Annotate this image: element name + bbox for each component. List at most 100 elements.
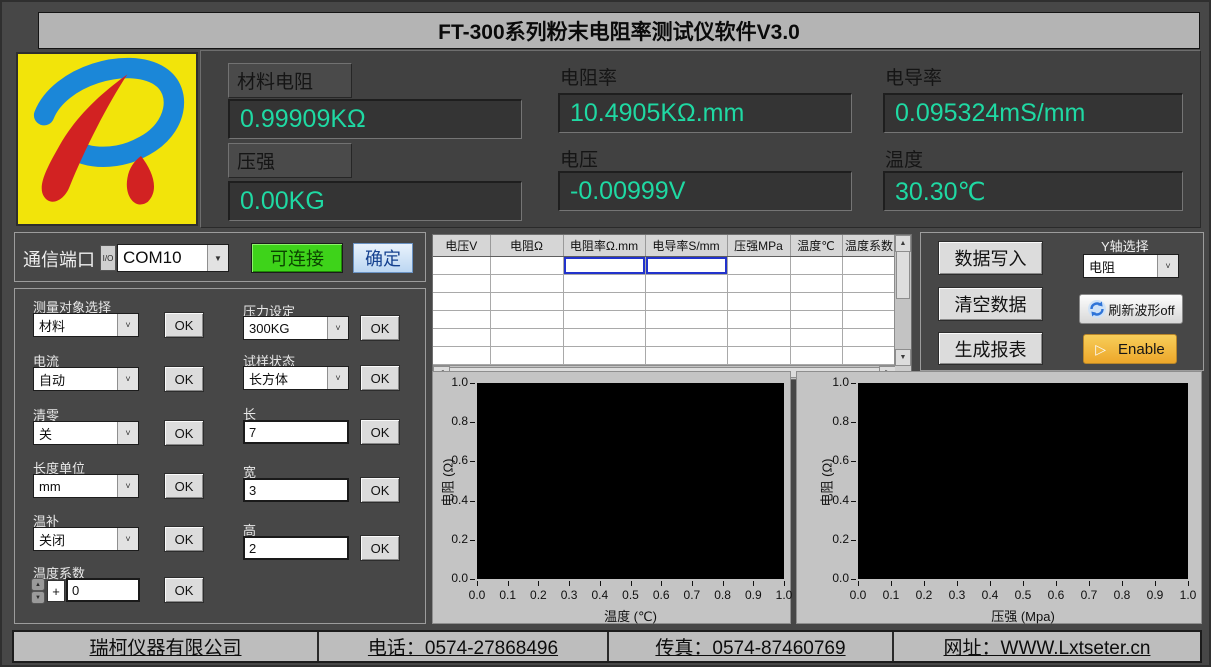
table-cell[interactable] [563, 329, 645, 347]
table-cell[interactable] [727, 275, 790, 293]
refresh-waveform-button[interactable]: 刷新波形off [1079, 294, 1183, 324]
table-cell[interactable] [563, 347, 645, 365]
chevron-down-icon[interactable]: ˅ [117, 368, 138, 390]
table-cell[interactable] [563, 311, 645, 329]
table-cell[interactable] [727, 347, 790, 365]
table-cell[interactable] [490, 293, 563, 311]
table-cell[interactable] [790, 257, 842, 275]
table-cell[interactable] [790, 311, 842, 329]
spinner-up-icon[interactable]: ▲ [31, 578, 45, 591]
chevron-down-icon[interactable]: ▼ [207, 245, 228, 271]
table-cell[interactable] [433, 347, 490, 365]
table-cell[interactable] [645, 311, 727, 329]
sample-shape-select[interactable]: 长方体 ˅ [243, 366, 349, 390]
table-cell[interactable] [490, 257, 563, 275]
table-cell[interactable] [727, 311, 790, 329]
com-port-select[interactable]: COM10 ▼ [117, 244, 229, 272]
table-cell[interactable] [645, 347, 727, 365]
chevron-down-icon[interactable]: ˅ [117, 528, 138, 550]
chevron-down-icon[interactable]: ˅ [327, 367, 348, 389]
confirm-button[interactable]: 确定 [353, 243, 413, 273]
chevron-down-icon[interactable]: ˅ [117, 314, 138, 336]
table-cell[interactable] [790, 275, 842, 293]
current-select[interactable]: 自动 ˅ [33, 367, 139, 391]
y-tick-label: 0.0 [433, 571, 468, 585]
table-cell[interactable] [433, 329, 490, 347]
table-cell[interactable] [433, 311, 490, 329]
temp-comp-select[interactable]: 关闭 ˅ [33, 527, 139, 551]
scroll-up-icon[interactable]: ▲ [895, 235, 911, 252]
ok-button[interactable]: OK [164, 312, 204, 338]
material-resistance-value: 0.99909KΩ [228, 99, 522, 139]
ok-button[interactable]: OK [360, 365, 400, 391]
table-vertical-scrollbar[interactable]: ▲ ▼ [894, 235, 911, 366]
table-cell[interactable] [727, 293, 790, 311]
table-column-header: 电压V [433, 235, 490, 257]
x-tick-mark [569, 581, 570, 586]
ok-button[interactable]: OK [164, 473, 204, 499]
spinner-down-icon[interactable]: ▼ [31, 591, 45, 604]
width-input[interactable] [243, 478, 349, 502]
ok-button[interactable]: OK [164, 526, 204, 552]
table-cell[interactable] [645, 275, 727, 293]
table-cell[interactable] [645, 329, 727, 347]
length-unit-select[interactable]: mm ˅ [33, 474, 139, 498]
table-cell[interactable] [563, 293, 645, 311]
table-cell[interactable] [790, 293, 842, 311]
table-cell[interactable] [842, 347, 896, 365]
table-cell[interactable] [727, 257, 790, 275]
pressure-label: 压强 [228, 143, 352, 178]
connect-button[interactable]: 可连接 [251, 243, 343, 273]
table-cell[interactable] [727, 329, 790, 347]
table-cell[interactable] [563, 257, 645, 275]
enable-button[interactable]: ▷ Enable [1083, 334, 1177, 364]
table-cell[interactable] [433, 257, 490, 275]
chevron-down-icon[interactable]: ˅ [117, 475, 138, 497]
ok-button[interactable]: OK [164, 366, 204, 392]
x-tick-label: 0.7 [1075, 588, 1103, 602]
ok-button[interactable]: OK [360, 477, 400, 503]
table-cell[interactable] [490, 347, 563, 365]
ok-button[interactable]: OK [360, 315, 400, 341]
table-cell[interactable] [490, 275, 563, 293]
table-cell[interactable] [842, 329, 896, 347]
ok-button[interactable]: OK [360, 535, 400, 561]
height-input[interactable] [243, 536, 349, 560]
table-cell[interactable] [645, 293, 727, 311]
table-cell[interactable] [433, 275, 490, 293]
table-cell[interactable] [790, 329, 842, 347]
refresh-waveform-label: 刷新波形off [1108, 300, 1174, 319]
ok-button[interactable]: OK [164, 420, 204, 446]
y-tick-mark [470, 540, 475, 541]
length-input[interactable] [243, 420, 349, 444]
clear-data-button[interactable]: 清空数据 [938, 287, 1043, 321]
scrollbar-thumb[interactable] [896, 251, 910, 299]
chevron-down-icon[interactable]: ˅ [1157, 255, 1178, 277]
ok-button[interactable]: OK [164, 577, 204, 603]
ok-button[interactable]: OK [360, 419, 400, 445]
table-cell[interactable] [842, 311, 896, 329]
write-data-button[interactable]: 数据写入 [938, 241, 1043, 275]
zero-select[interactable]: 关 ˅ [33, 421, 139, 445]
table-cell[interactable] [433, 293, 490, 311]
y-tick-mark [470, 461, 475, 462]
table-cell[interactable] [490, 311, 563, 329]
table-cell[interactable] [645, 257, 727, 275]
pressure-setting-select[interactable]: 300KG ˅ [243, 316, 349, 340]
temp-coefficient-input[interactable] [66, 578, 140, 602]
chevron-down-icon[interactable]: ˅ [117, 422, 138, 444]
brand-logo [16, 52, 198, 226]
chevron-down-icon[interactable]: ˅ [327, 317, 348, 339]
scroll-down-icon[interactable]: ▼ [895, 349, 911, 366]
y-axis-select[interactable]: 电阻 ˅ [1083, 254, 1179, 278]
table-cell[interactable] [842, 293, 896, 311]
table-cell[interactable] [842, 257, 896, 275]
table-cell[interactable] [790, 347, 842, 365]
conductivity-value: 0.095324mS/mm [883, 93, 1183, 133]
table-cell[interactable] [563, 275, 645, 293]
x-axis-title: 压强 (Mpa) [858, 606, 1188, 625]
table-cell[interactable] [490, 329, 563, 347]
generate-report-button[interactable]: 生成报表 [938, 332, 1043, 365]
table-cell[interactable] [842, 275, 896, 293]
measure-target-select[interactable]: 材料 ˅ [33, 313, 139, 337]
